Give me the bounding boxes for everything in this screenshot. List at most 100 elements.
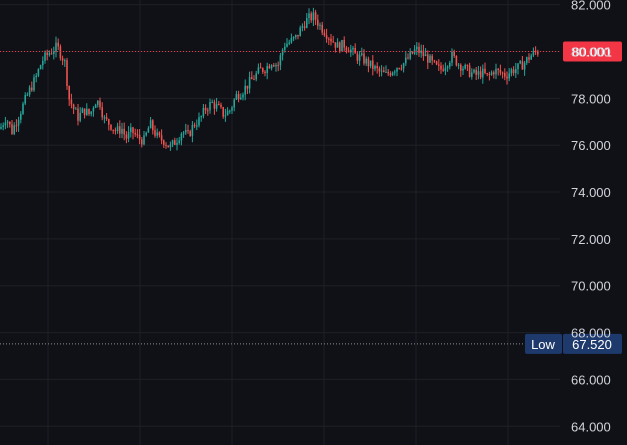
y-tick-label: 70.000 [571, 279, 611, 294]
candle-body [268, 66, 271, 69]
candle-body [233, 99, 235, 108]
candle [343, 36, 345, 52]
candle [486, 72, 488, 77]
candle-body [92, 108, 95, 112]
candle [81, 107, 84, 114]
candle-body [405, 57, 407, 64]
candle-body [438, 64, 440, 66]
candle [515, 62, 517, 78]
candle [429, 54, 431, 64]
candle [198, 112, 200, 128]
candle-body [398, 68, 400, 70]
candle [312, 7, 315, 27]
candle [77, 103, 79, 126]
candle [427, 50, 429, 70]
candle [213, 99, 216, 115]
candle [15, 119, 18, 132]
candle-body [475, 69, 477, 75]
candle-body [167, 145, 169, 148]
candle-body [407, 57, 409, 59]
candle [226, 107, 229, 116]
candle-body [358, 54, 361, 61]
candle [424, 48, 427, 57]
candle-body [440, 65, 442, 70]
candle-body [132, 127, 134, 133]
candle-body [391, 72, 394, 76]
candle [290, 33, 293, 44]
candle-body [2, 125, 4, 127]
candle-body [515, 69, 517, 74]
candle-body [361, 53, 363, 55]
candle [299, 25, 301, 37]
candle-body [354, 47, 356, 54]
candle-body [389, 73, 392, 76]
candle-body [42, 60, 44, 66]
candle [59, 44, 62, 61]
candle [72, 103, 75, 115]
candle [517, 63, 519, 75]
candle-body [400, 68, 403, 70]
candle [451, 48, 453, 67]
candle [90, 111, 92, 117]
candle [288, 39, 290, 46]
candle-body [286, 43, 288, 47]
candle-body [174, 140, 176, 145]
candle [248, 71, 251, 94]
candle [169, 141, 172, 151]
candle [449, 60, 451, 70]
candle [422, 44, 425, 61]
candle-body [248, 77, 251, 89]
candle-body [416, 46, 418, 50]
candle-body [341, 40, 343, 52]
candle-body [301, 26, 304, 28]
candle [341, 39, 343, 52]
candle-body [240, 97, 242, 100]
candle-body [72, 104, 75, 109]
candle-body [185, 130, 187, 133]
candle-body [328, 38, 330, 40]
candle-body [277, 64, 279, 66]
y-tick-label: 80.000 [571, 45, 611, 60]
candle-body [123, 128, 125, 135]
candle-body [290, 38, 293, 43]
candle-body [521, 61, 524, 70]
candle-body [314, 12, 317, 20]
price-chart[interactable]: 80.001 Low 67.520 82.000 80.000 78.000 76.000… [0, 0, 627, 445]
candle-body [176, 142, 178, 145]
candle [523, 60, 526, 76]
candle [0, 123, 2, 130]
candle-body [57, 42, 59, 47]
candle-body [246, 85, 249, 89]
candle-body [264, 71, 266, 73]
candle-body [68, 85, 70, 100]
candle-body [209, 102, 211, 111]
candle [182, 130, 185, 138]
candle-body [325, 35, 328, 39]
candle-body [460, 64, 462, 71]
candle-body [154, 130, 156, 136]
candle-body [453, 51, 455, 57]
candle [174, 137, 176, 146]
candle [396, 67, 398, 77]
candle-body [11, 124, 13, 134]
candle [409, 48, 411, 61]
candle [391, 71, 394, 77]
candle-body [242, 94, 244, 98]
chart-canvas[interactable]: 80.001Low 67.520 82.000 80.000 78.000 76.000… [0, 0, 627, 445]
candle-body [231, 107, 233, 111]
candle [163, 139, 165, 149]
candle [378, 66, 381, 77]
candle [242, 92, 244, 101]
candle [497, 67, 499, 76]
candle-body [530, 55, 532, 60]
candle-body [121, 128, 123, 134]
candle [20, 111, 22, 124]
candle [508, 68, 510, 82]
candle [116, 122, 119, 134]
candle-body [363, 53, 365, 64]
candle [435, 60, 438, 66]
candle-body [147, 128, 150, 133]
candle [484, 62, 486, 75]
candle-body [15, 125, 18, 127]
candle [332, 35, 334, 43]
